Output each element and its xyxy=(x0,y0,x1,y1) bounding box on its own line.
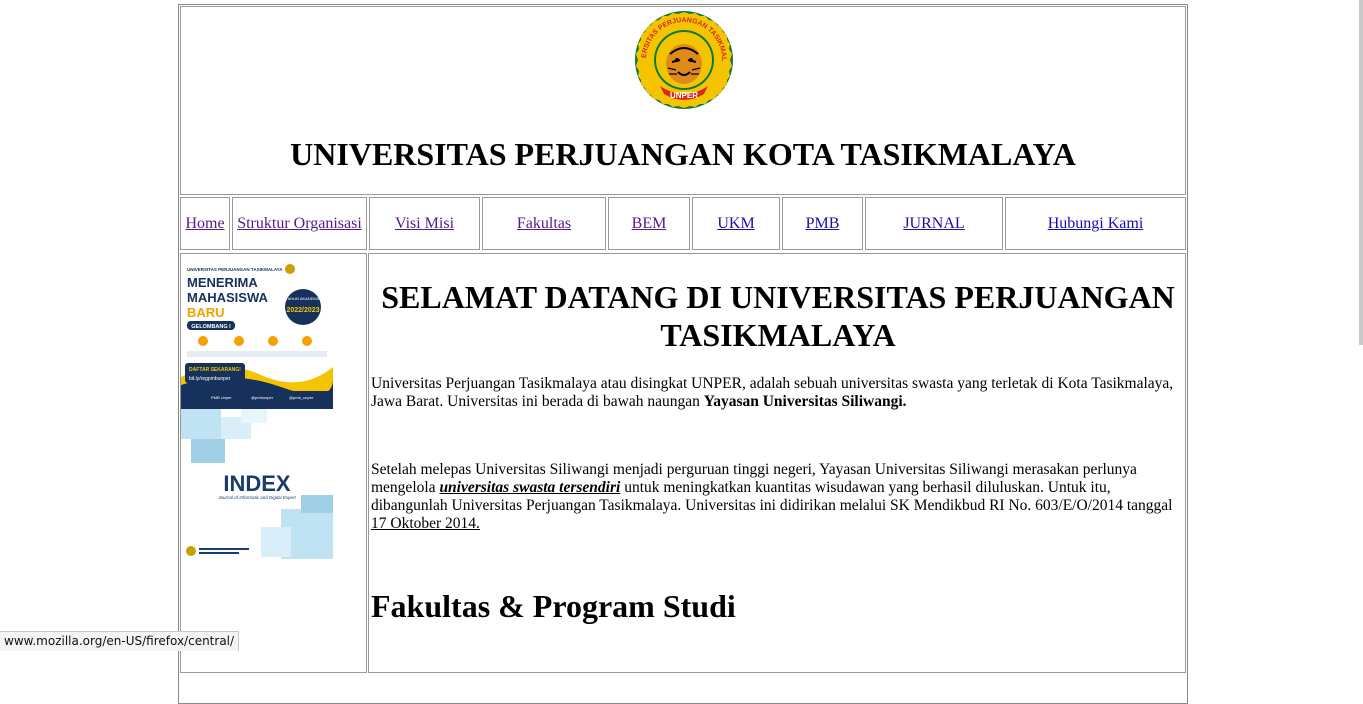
intro-paragraph: Universitas Perjuangan Tasikmalaya atau … xyxy=(371,375,1176,411)
index-journal-banner[interactable]: INDEX Journal of Informatic and Digital … xyxy=(181,409,333,559)
pmb-year-label: TAHUN AKADEMIK xyxy=(285,296,320,301)
index-brand: INDEX xyxy=(223,471,291,496)
nav-cell-home: Home xyxy=(180,197,230,250)
welcome-heading: SELAMAT DATANG DI UNIVERSITAS PERJUANGAN… xyxy=(381,279,1175,353)
pmb-social-3: @pmb_unper xyxy=(289,395,314,400)
nav-link-struktur-organisasi[interactable]: Struktur Organisasi xyxy=(237,215,362,233)
page-scrollbar[interactable] xyxy=(1359,0,1363,345)
pmb-banner[interactable]: UNIVERSITAS PERJUANGAN TASIKMALAYA MENER… xyxy=(181,257,333,413)
status-bar-url: www.mozilla.org/en-US/firefox/central/ xyxy=(0,631,240,651)
index-subtitle: Journal of Informatic and Digital Expert xyxy=(217,495,296,500)
nav-link-pmb[interactable]: PMB xyxy=(806,215,840,233)
pmb-headline-2: MAHASISWA xyxy=(187,290,269,305)
nav-link-fakultas[interactable]: Fakultas xyxy=(517,215,571,233)
nav-link-jurnal[interactable]: JURNAL xyxy=(903,215,964,233)
logo-ribbon-text: UNPER xyxy=(670,91,698,100)
date-link[interactable]: 17 Oktober 2014. xyxy=(371,515,480,532)
nav-cell-ukm: UKM xyxy=(692,197,780,250)
nav-cell-pmb: PMB xyxy=(782,197,863,250)
pmb-link: bit.ly/regpmbunper xyxy=(189,376,231,382)
pmb-year: 2022/2023 xyxy=(286,307,319,314)
nav-cell-jurnal: JURNAL xyxy=(865,197,1003,250)
pmb-banner-top-text: UNIVERSITAS PERJUANGAN TASIKMALAYA xyxy=(187,267,283,272)
nav-link-home[interactable]: Home xyxy=(185,215,224,233)
pmb-social-2: @pmbunper xyxy=(251,395,274,400)
pmb-wave: GELOMBANG I xyxy=(191,324,231,330)
nav-cell-fakultas: Fakultas xyxy=(482,197,606,250)
nav-link-visi-misi[interactable]: Visi Misi xyxy=(395,215,454,233)
nav-link-bem[interactable]: BEM xyxy=(632,215,667,233)
pmb-headline-3: BARU xyxy=(187,305,225,320)
nav-link-hubungi-kami[interactable]: Hubungi Kami xyxy=(1048,215,1144,233)
fakultas-heading: Fakultas & Program Studi xyxy=(371,588,736,624)
pmb-cta: DAFTAR SEKARANG! xyxy=(189,367,241,373)
nav-cell-bem: BEM xyxy=(608,197,690,250)
history-paragraph: Setelah melepas Universitas Siliwangi me… xyxy=(371,461,1176,533)
universitas-swasta-link[interactable]: universitas swasta tersendiri xyxy=(439,479,620,496)
nav-cell-visi-misi: Visi Misi xyxy=(369,197,480,250)
unper-logo: UNPER UNIVERSITAS PERJUANGAN TASIKMALAYA xyxy=(633,9,735,111)
pmb-headline-1: MENERIMA xyxy=(187,275,258,290)
nav-link-ukm[interactable]: UKM xyxy=(717,215,754,233)
pmb-social-1: PMB Unper xyxy=(211,395,232,400)
nav-cell-hubungi-kami: Hubungi Kami xyxy=(1005,197,1186,250)
site-title: UNIVERSITAS PERJUANGAN KOTA TASIKMALAYA xyxy=(290,136,1076,172)
nav-cell-struktur: Struktur Organisasi xyxy=(232,197,367,250)
yayasan-bold: Yayasan Universitas Siliwangi. xyxy=(703,393,907,410)
